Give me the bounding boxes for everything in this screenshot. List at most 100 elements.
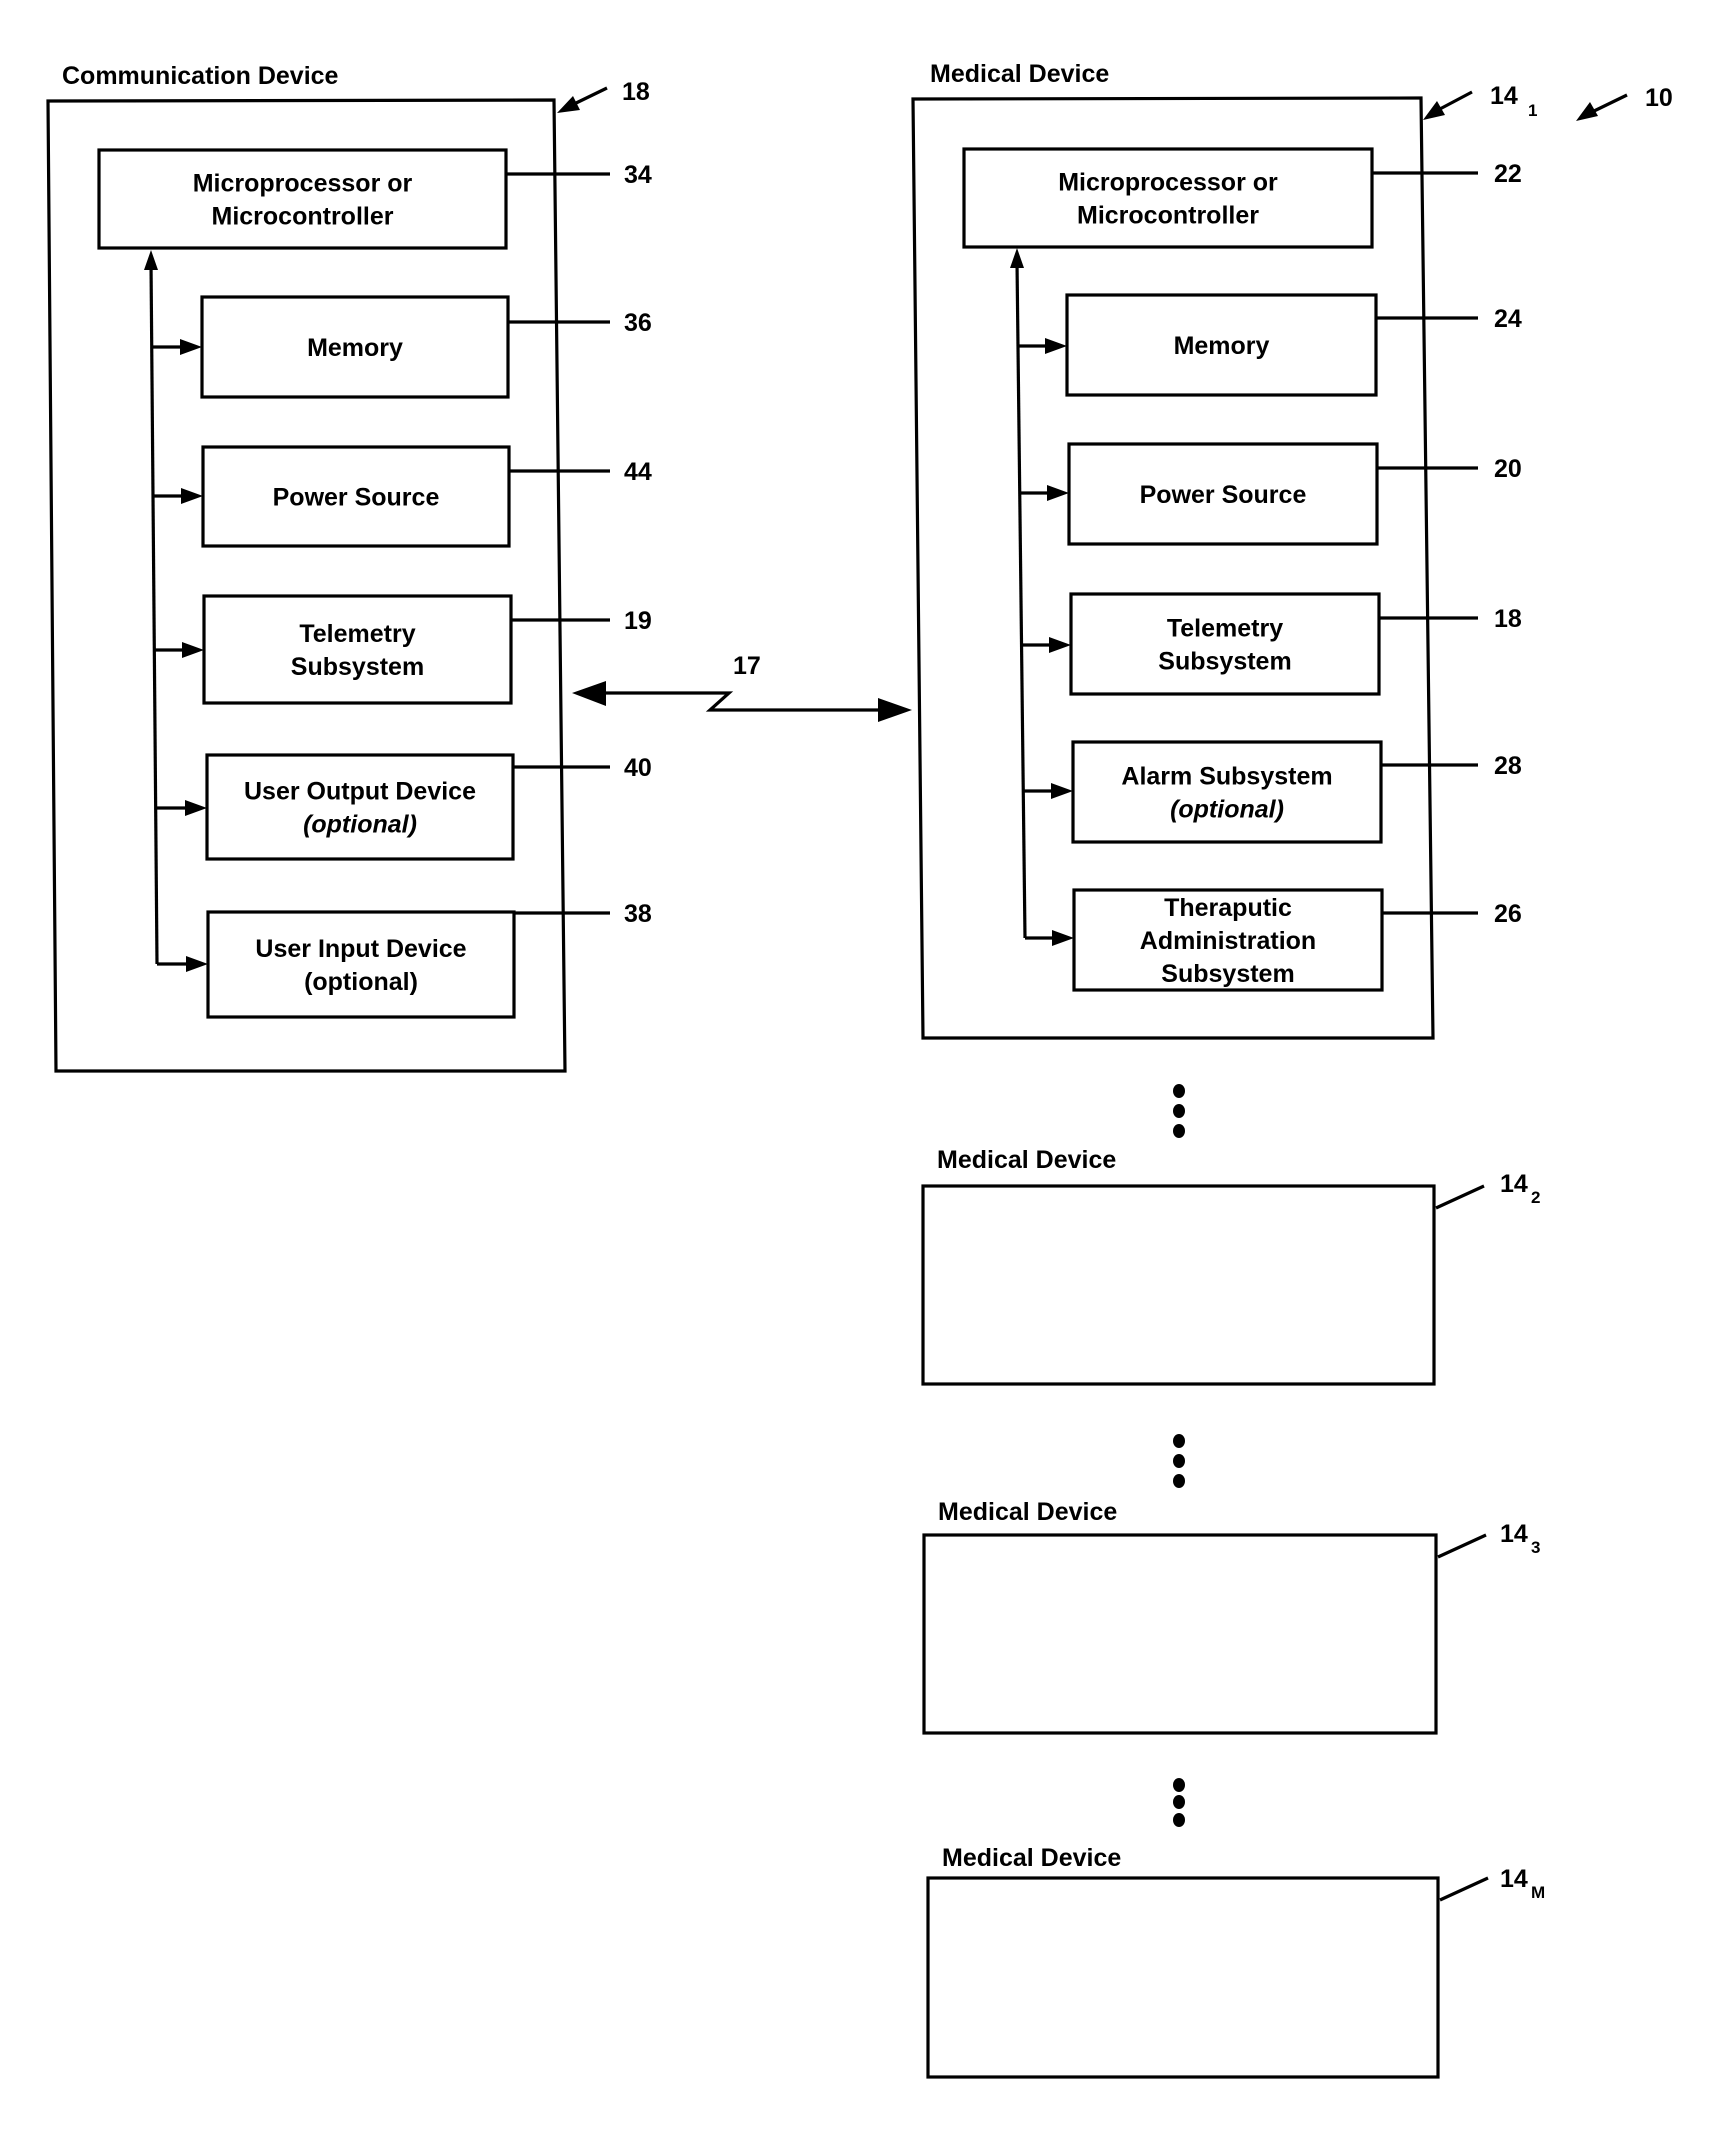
block-2: Power Source 20	[1019, 442, 1522, 546]
ref-label-28: 28	[1494, 752, 1522, 780]
medical-device-1-title: Medical Device	[930, 60, 1109, 88]
ref-label-36: 36	[624, 309, 652, 337]
medical-device-4: Medical Device 14 M	[926, 1778, 1545, 2079]
link-ref-label: 17	[733, 652, 761, 680]
ellipsis-dot	[1173, 1778, 1185, 1792]
block-label-line: Microprocessor or	[193, 170, 413, 198]
block-box	[202, 594, 513, 705]
ref-leader-line	[1439, 1876, 1489, 1902]
block-label-line: Microprocessor or	[1058, 169, 1278, 197]
block-box	[206, 910, 516, 1019]
block-4: Alarm Subsystem (optional) 28	[1023, 740, 1522, 844]
ref-label-24: 24	[1494, 305, 1522, 333]
block-label-line: Alarm Subsystem	[1121, 763, 1332, 791]
ref-label-14: 14	[1500, 1865, 1528, 1893]
link-arrowhead-right	[878, 698, 912, 722]
ref-arrowhead	[1423, 101, 1445, 120]
ref-label-38: 38	[624, 900, 652, 928]
communication-device: Communication Device 18 Microprocessor o…	[46, 62, 652, 1073]
bus-branch-arrowhead	[1049, 637, 1071, 653]
block-box	[97, 148, 508, 250]
bus-branch-arrowhead	[1051, 783, 1073, 799]
block-label-line: (optional)	[1170, 796, 1284, 824]
block-label-line: Subsystem	[1158, 648, 1291, 676]
ellipsis-dot	[1173, 1454, 1185, 1468]
block-1: Memory 24	[1018, 293, 1522, 397]
bus-branch-arrowhead	[1052, 930, 1074, 946]
bus-arrowhead-up	[144, 250, 158, 270]
ref-label-44: 44	[624, 458, 652, 486]
ref-label-subscript: M	[1531, 1883, 1545, 1902]
ellipsis-dot	[1173, 1434, 1185, 1448]
block-0: Microprocessor or Microcontroller 22	[962, 147, 1522, 249]
other-medical-devices: Medical Device14 2Medical Device14 3Medica…	[921, 1084, 1545, 2079]
ref-arrow-line	[1437, 90, 1473, 112]
block-label-line: Telemetry	[299, 620, 415, 648]
medical-device-title: Medical Device	[942, 1844, 1121, 1872]
block-0: Microprocessor or Microcontroller 34	[97, 148, 652, 250]
block-label-line: Subsystem	[291, 653, 424, 681]
bus-branch-arrowhead	[180, 339, 202, 355]
communication-device-title: Communication Device	[62, 62, 339, 90]
internal-bus-line	[1015, 261, 1027, 939]
block-3: Telemetry Subsystem 19	[154, 594, 652, 705]
bus-branch-arrowhead	[181, 488, 203, 504]
bus-branch-arrowhead	[185, 800, 207, 816]
ellipsis-dot	[1173, 1124, 1185, 1138]
wireless-link-line	[596, 691, 888, 712]
internal-bus-line	[149, 261, 159, 965]
block-label-line: Administration	[1140, 927, 1316, 955]
block-5: Theraputic Administration Subsystem 26	[1025, 888, 1522, 992]
block-label-line: Power Source	[273, 484, 440, 512]
block-label-line: Memory	[1174, 332, 1270, 360]
ref-label-14: 14	[1500, 1520, 1528, 1548]
ellipsis-dot	[1173, 1813, 1185, 1827]
block-box	[1071, 740, 1383, 844]
bus-branch-arrowhead	[186, 956, 208, 972]
medical-device-title: Medical Device	[937, 1146, 1116, 1174]
ref-label-subscript: 2	[1531, 1188, 1540, 1207]
ref-leader-line	[1435, 1184, 1485, 1210]
block-box	[1069, 592, 1381, 696]
medical-device-2: Medical Device 14 2	[921, 1084, 1540, 1386]
ref-arrow-line	[571, 86, 608, 107]
medical-device-box	[926, 1876, 1440, 2079]
block-3: Telemetry Subsystem 18	[1021, 592, 1522, 696]
medical-device-box	[922, 1533, 1438, 1735]
ref-label-18: 18	[622, 78, 650, 106]
block-1: Memory 36	[151, 295, 652, 399]
block-4: User Output Device (optional) 40	[155, 753, 652, 861]
block-label-line: User Output Device	[244, 778, 476, 806]
block-label-line: Microcontroller	[212, 203, 394, 231]
block-box	[962, 147, 1374, 249]
block-5: User Input Device (optional) 38	[157, 900, 652, 1019]
system-ref-arrow-line	[1591, 93, 1628, 114]
block-diagram: Communication Device 18 Microprocessor o…	[46, 60, 1673, 2079]
ref-label-20: 20	[1494, 455, 1522, 483]
medical-device-box	[921, 1184, 1436, 1386]
ellipsis-dot	[1173, 1795, 1185, 1809]
ref-arrowhead	[557, 96, 580, 113]
ellipsis-dot	[1173, 1474, 1185, 1488]
block-label-line: Microcontroller	[1077, 202, 1259, 230]
block-label-line: User Input Device	[255, 935, 466, 963]
ellipsis-dot	[1173, 1104, 1185, 1118]
ref-leader-line	[1437, 1533, 1487, 1559]
ref-label-34: 34	[624, 161, 652, 189]
block-box	[205, 753, 515, 861]
bus-arrowhead-up	[1010, 248, 1024, 268]
bus-branch-arrowhead	[182, 642, 204, 658]
medical-device-3: Medical Device 14 3	[922, 1434, 1540, 1735]
wireless-link: 17	[572, 652, 912, 722]
ellipsis-dot	[1173, 1084, 1185, 1098]
medical-device-1: Medical Device 14 1 10 Microprocessor or…	[911, 60, 1673, 1040]
block-label-line: Telemetry	[1167, 615, 1283, 643]
ref-label-subscript: 3	[1531, 1538, 1540, 1557]
block-label-line: Memory	[307, 334, 403, 362]
system-ref-label: 10	[1645, 84, 1673, 112]
ref-label-19: 19	[624, 607, 652, 635]
ref-label-18: 18	[1494, 605, 1522, 633]
block-label-line: Theraputic	[1164, 894, 1292, 922]
ref-label-26: 26	[1494, 900, 1522, 928]
ref-label-14: 14	[1490, 82, 1518, 110]
